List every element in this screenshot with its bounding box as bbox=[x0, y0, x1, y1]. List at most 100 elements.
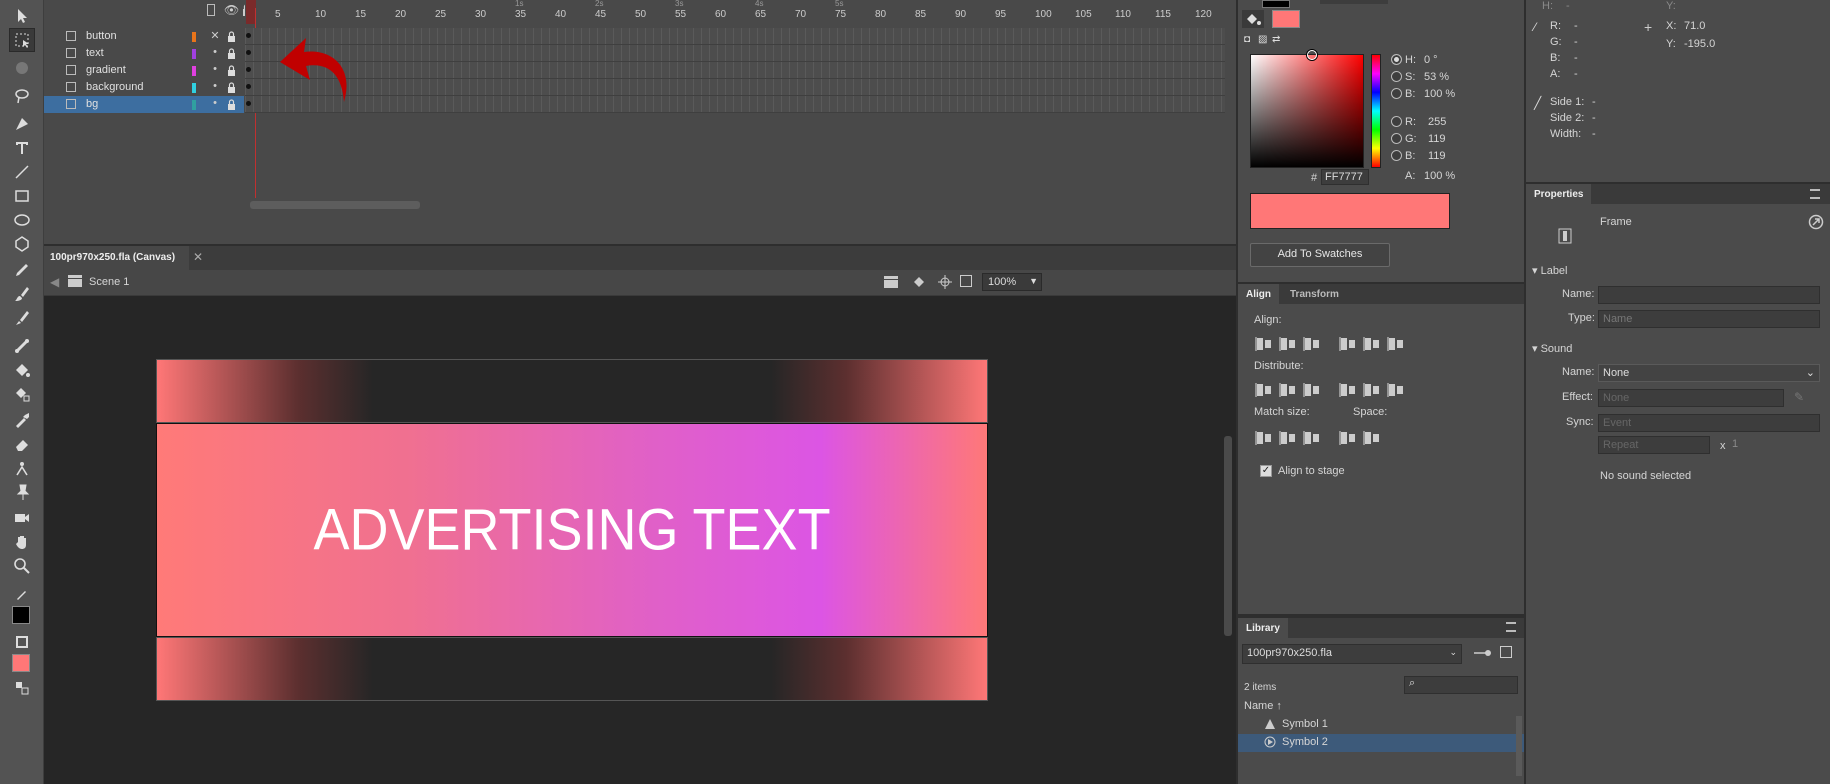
keyframe[interactable] bbox=[246, 101, 251, 106]
stroke-color-swatch[interactable] bbox=[12, 606, 30, 624]
transform-tab[interactable]: Transform bbox=[1282, 284, 1347, 304]
stroke-color-icon[interactable] bbox=[9, 582, 35, 606]
layer-row[interactable]: gradient • bbox=[44, 62, 244, 79]
keyframe[interactable] bbox=[246, 33, 251, 38]
pin-library-icon[interactable] bbox=[1474, 648, 1492, 661]
layer-frames[interactable] bbox=[245, 28, 1225, 45]
layer-color-swatch[interactable] bbox=[192, 66, 196, 76]
clip-stage-icon[interactable] bbox=[960, 275, 972, 287]
fill-bucket-icon[interactable] bbox=[1242, 10, 1264, 31]
distribute-v-center-icon[interactable] bbox=[1278, 380, 1298, 400]
layer-name[interactable]: text bbox=[86, 47, 104, 59]
library-tab[interactable]: Library bbox=[1238, 618, 1288, 638]
sound-name-select[interactable]: None ⌄ bbox=[1598, 364, 1820, 382]
align-left-icon[interactable] bbox=[1254, 334, 1274, 354]
background-gradient-top[interactable] bbox=[156, 359, 988, 423]
free-transform-tool-icon[interactable] bbox=[9, 28, 35, 52]
back-arrow-icon[interactable]: ◀ bbox=[50, 275, 59, 289]
layer-frames[interactable] bbox=[245, 79, 1225, 96]
pin-tool-icon[interactable] bbox=[9, 480, 35, 504]
bone-tool-icon[interactable] bbox=[9, 334, 35, 358]
layer-row[interactable]: button ✕ bbox=[44, 28, 244, 45]
panel-divider[interactable] bbox=[1236, 0, 1238, 784]
stage-canvas[interactable]: ADVERTISING TEXT bbox=[44, 296, 1236, 784]
keyframe[interactable] bbox=[246, 67, 251, 72]
edit-symbol-icon[interactable] bbox=[912, 275, 926, 292]
h-value[interactable]: 0 ° bbox=[1424, 54, 1438, 66]
b-value[interactable]: 100 % bbox=[1424, 88, 1455, 100]
hex-input[interactable]: FF7777 bbox=[1321, 169, 1369, 185]
eye-header-icon[interactable]: 👁 bbox=[224, 3, 239, 17]
fill-color-icon[interactable] bbox=[9, 630, 35, 654]
visible-dot-icon[interactable]: • bbox=[209, 80, 221, 92]
layer-frames[interactable] bbox=[245, 62, 1225, 79]
color-picker-handle[interactable] bbox=[1307, 50, 1317, 60]
paint-bucket-tool-icon[interactable] bbox=[9, 358, 35, 382]
align-to-stage-checkbox[interactable]: ✓ bbox=[1260, 465, 1272, 477]
align-right-icon[interactable] bbox=[1302, 334, 1322, 354]
canvas-vertical-scrollbar[interactable] bbox=[1224, 436, 1232, 636]
eyedropper-tool-icon[interactable] bbox=[9, 408, 35, 432]
layer-color-swatch[interactable] bbox=[192, 32, 196, 42]
ink-bottle-tool-icon[interactable] bbox=[9, 382, 35, 406]
zoom-tool-icon[interactable] bbox=[9, 554, 35, 578]
panel-divider[interactable] bbox=[1524, 0, 1526, 784]
fill-swatch[interactable] bbox=[1272, 10, 1300, 28]
center-stage-icon[interactable] bbox=[938, 275, 952, 292]
r-value[interactable]: 255 bbox=[1428, 116, 1446, 128]
panel-menu-icon[interactable] bbox=[1810, 189, 1820, 199]
properties-tab[interactable]: Properties bbox=[1526, 184, 1592, 204]
repeat-count[interactable]: 1 bbox=[1732, 438, 1738, 450]
visible-dot-icon[interactable]: • bbox=[209, 63, 221, 75]
puppet-warp-tool-icon[interactable] bbox=[9, 456, 35, 480]
sound-section-header[interactable]: ▾ Sound bbox=[1532, 342, 1572, 355]
space-vertical-icon[interactable] bbox=[1362, 428, 1382, 448]
library-scrollbar[interactable] bbox=[1516, 716, 1522, 776]
lasso-tool-icon[interactable] bbox=[9, 84, 35, 108]
layer-row[interactable]: text • bbox=[44, 45, 244, 62]
black-white-icon[interactable]: ◘ bbox=[1244, 34, 1250, 45]
lock-icon[interactable] bbox=[227, 31, 236, 42]
hand-tool-icon[interactable] bbox=[9, 530, 35, 554]
repeat-select[interactable]: Repeat bbox=[1598, 436, 1710, 454]
effect-select[interactable]: None bbox=[1598, 389, 1784, 407]
banner-text[interactable]: ADVERTISING TEXT bbox=[313, 497, 830, 564]
camera-tool-icon[interactable] bbox=[9, 506, 35, 530]
panel-divider[interactable] bbox=[1238, 614, 1524, 618]
library-item[interactable]: Symbol 1 bbox=[1238, 716, 1524, 734]
keyframe[interactable] bbox=[246, 84, 251, 89]
library-file-select[interactable]: 100pr970x250.fla ⌄ bbox=[1242, 644, 1462, 664]
color-type-select[interactable] bbox=[1320, 0, 1388, 4]
layer-name[interactable]: bg bbox=[86, 98, 98, 110]
b-radio[interactable] bbox=[1391, 88, 1402, 99]
lock-icon[interactable] bbox=[227, 65, 236, 76]
distribute-right-icon[interactable] bbox=[1386, 380, 1406, 400]
g-value[interactable]: 119 bbox=[1428, 133, 1446, 145]
align-tab[interactable]: Align bbox=[1238, 284, 1279, 304]
name-column-header[interactable]: Name ↑ bbox=[1244, 700, 1282, 712]
match-width-height-icon[interactable] bbox=[1302, 428, 1322, 448]
r-radio[interactable] bbox=[1391, 116, 1402, 127]
fill-color-swatch[interactable] bbox=[12, 654, 30, 672]
brush-tool-icon[interactable] bbox=[9, 282, 35, 306]
oval-tool-icon[interactable] bbox=[9, 208, 35, 232]
layer-frames[interactable] bbox=[245, 96, 1225, 113]
outline-header-icon[interactable] bbox=[207, 4, 215, 16]
no-color-icon[interactable]: ▨ bbox=[1258, 34, 1267, 45]
layer-color-swatch[interactable] bbox=[192, 100, 196, 110]
label-section-header[interactable]: ▾ Label bbox=[1532, 264, 1568, 277]
lock-icon[interactable] bbox=[227, 48, 236, 59]
hue-slider[interactable] bbox=[1371, 54, 1381, 168]
distribute-bottom-icon[interactable] bbox=[1302, 380, 1322, 400]
layer-name[interactable]: background bbox=[86, 81, 144, 93]
h-radio[interactable] bbox=[1391, 54, 1402, 65]
polystar-tool-icon[interactable] bbox=[9, 232, 35, 256]
pen-tool-icon[interactable] bbox=[9, 112, 35, 136]
rectangle-tool-icon[interactable] bbox=[9, 184, 35, 208]
banner-gradient[interactable]: ADVERTISING TEXT bbox=[156, 423, 988, 637]
pencil-tool-icon[interactable] bbox=[9, 258, 35, 282]
stroke-swatch[interactable] bbox=[1262, 0, 1290, 8]
layer-name[interactable]: button bbox=[86, 30, 117, 42]
panel-menu-icon[interactable] bbox=[1506, 622, 1516, 632]
panel-divider[interactable] bbox=[1526, 182, 1830, 184]
